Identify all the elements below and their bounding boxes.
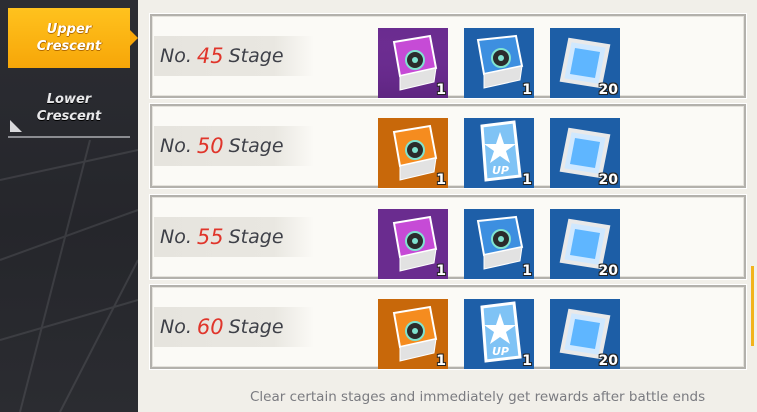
stage-suffix: Stage [228, 135, 284, 157]
stage-row-45: No. 45 Stage 1 1 20 [149, 13, 747, 99]
reward-count: 20 [598, 82, 618, 98]
stage-suffix: Stage [228, 45, 284, 67]
reward-item[interactable]: 20 [550, 209, 620, 279]
stage-row-60: No. 60 Stage 1 UP 1 20 [149, 284, 747, 370]
tab-lower-crescent-line1: Lower [46, 92, 92, 107]
tab-lower-crescent[interactable]: Lower Crescent [8, 78, 130, 138]
reward-count: 20 [598, 353, 618, 369]
stage-prefix: No. [160, 316, 192, 338]
stage-prefix: No. [160, 135, 192, 157]
stage-number: 45 [196, 44, 224, 68]
active-tab-arrow-icon [130, 30, 138, 46]
stage-prefix: No. [160, 45, 192, 67]
reward-count: 1 [436, 82, 446, 98]
footer-note: Clear certain stages and immediately get… [250, 389, 706, 405]
stage-suffix: Stage [228, 316, 284, 338]
reward-count: 20 [598, 172, 618, 188]
reward-item[interactable]: 1 [378, 299, 448, 369]
reward-count: 1 [522, 172, 532, 188]
stage-label: No. 60 Stage [154, 307, 314, 347]
reward-item[interactable]: 1 [464, 209, 534, 279]
reward-item[interactable]: 1 [464, 28, 534, 98]
stage-reward-list: No. 45 Stage 1 1 20 No. 50 Stage 1 UP 1 … [144, 8, 754, 380]
reward-count: 1 [436, 263, 446, 279]
stage-row-50: No. 50 Stage 1 UP 1 20 [149, 103, 747, 189]
stage-number: 60 [196, 315, 224, 339]
stage-prefix: No. [160, 226, 192, 248]
stage-suffix: Stage [228, 226, 284, 248]
stage-row-55: No. 55 Stage 1 1 20 [149, 194, 747, 280]
svg-text:UP: UP [492, 164, 509, 177]
stage-label: No. 55 Stage [154, 217, 314, 257]
reward-count: 1 [522, 263, 532, 279]
reward-count: 1 [522, 82, 532, 98]
tab-divider [8, 136, 130, 138]
reward-item[interactable]: 1 [378, 118, 448, 188]
reward-item[interactable]: UP 1 [464, 299, 534, 369]
stage-number: 55 [196, 225, 224, 249]
scroll-indicator [751, 266, 754, 346]
reward-item[interactable]: 20 [550, 299, 620, 369]
stage-label: No. 50 Stage [154, 126, 314, 166]
reward-item[interactable]: 20 [550, 28, 620, 98]
reward-count: 20 [598, 263, 618, 279]
stage-label: No. 45 Stage [154, 36, 314, 76]
tab-corner-icon [10, 120, 22, 132]
tab-lower-crescent-line2: Crescent [36, 109, 102, 124]
reward-item[interactable]: 1 [378, 209, 448, 279]
tab-upper-crescent-line2: Crescent [36, 39, 102, 54]
svg-text:UP: UP [492, 345, 509, 358]
tab-upper-crescent[interactable]: Upper Crescent [8, 8, 138, 68]
reward-item[interactable]: 1 [378, 28, 448, 98]
reward-count: 1 [522, 353, 532, 369]
sidebar-texture [0, 140, 138, 412]
tab-upper-crescent-line1: Upper [46, 22, 92, 37]
reward-count: 1 [436, 353, 446, 369]
reward-item[interactable]: 20 [550, 118, 620, 188]
sidebar: Upper Crescent Lower Crescent [0, 0, 138, 412]
reward-count: 1 [436, 172, 446, 188]
stage-number: 50 [196, 134, 224, 158]
reward-item[interactable]: UP 1 [464, 118, 534, 188]
